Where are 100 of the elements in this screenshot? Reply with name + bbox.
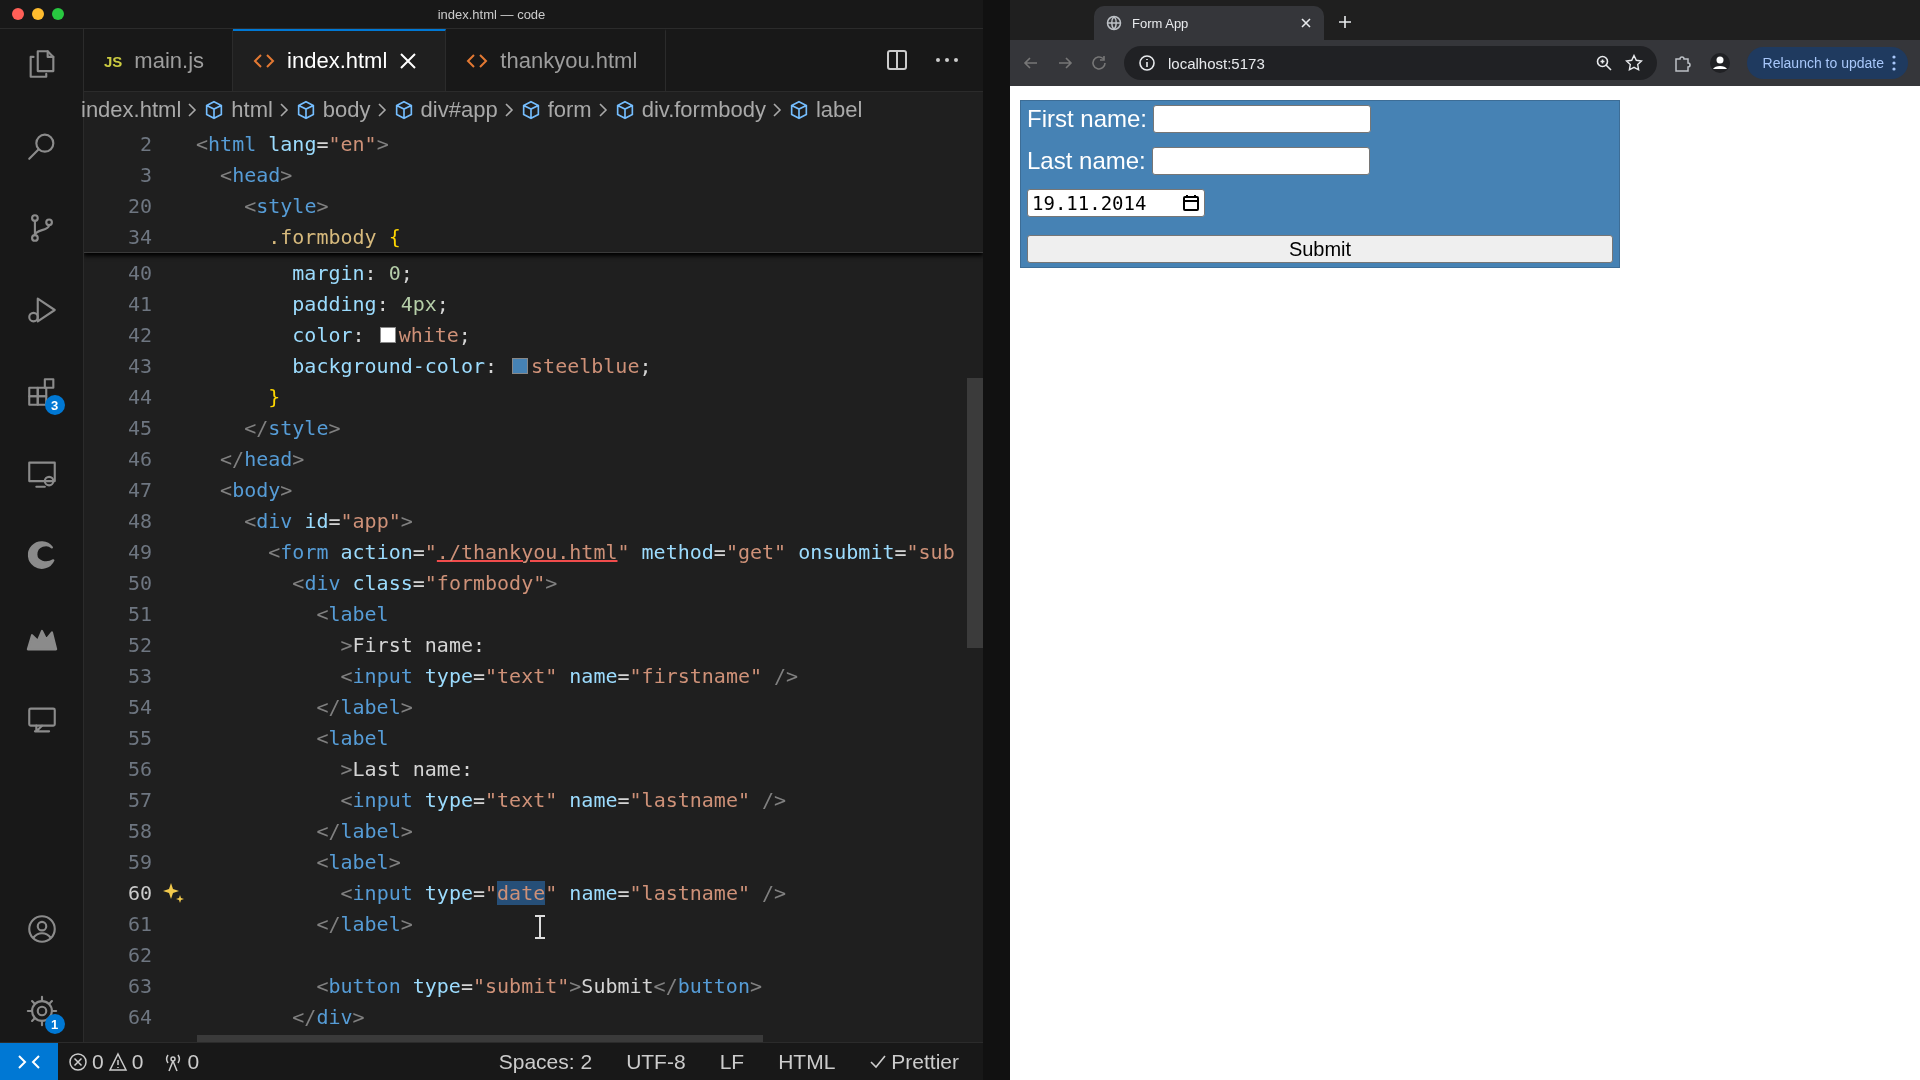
line-number: 41 (126, 291, 152, 316)
code-text: white; (398, 322, 471, 347)
line-number: 20 (126, 193, 152, 218)
code-text: </label> (315, 818, 413, 843)
scrollbar-thumb[interactable] (197, 1035, 763, 1042)
line-number: 54 (126, 694, 152, 719)
prettier-status[interactable]: Prettier (859, 1049, 969, 1074)
relaunch-button[interactable]: Relaunch to update (1746, 47, 1908, 79)
status-item[interactable]: UTF-8 (616, 1049, 696, 1074)
line-number: 34 (126, 224, 152, 249)
problems-indicator[interactable]: 0 0 (58, 1049, 154, 1074)
editor-tab[interactable]: index.html (233, 29, 447, 91)
line-number: 43 (126, 353, 152, 378)
line-number: 42 (126, 322, 152, 347)
line-number: 44 (126, 384, 152, 409)
code-text: <label (315, 601, 389, 626)
code-text: <input type="text" name="firstname" /> (339, 663, 799, 688)
line-number: 59 (126, 849, 152, 874)
date-field[interactable]: 19.11.2014 (1027, 189, 1205, 217)
code-text: margin: 0; (291, 260, 413, 285)
field-label: First name: (1027, 105, 1148, 133)
minimize-window-button[interactable] (32, 8, 44, 20)
code-text: <style> (243, 193, 329, 218)
zoom-icon[interactable] (1594, 54, 1613, 72)
breadcrumb-item[interactable]: div.formbody (613, 97, 766, 123)
scrollbar-thumb[interactable] (967, 378, 983, 648)
line-number: 47 (126, 477, 152, 502)
chevron-icon (771, 102, 782, 118)
address-bar[interactable]: localhost:5173 (1124, 46, 1657, 80)
chevron-icon (278, 102, 289, 118)
line-number: 46 (126, 446, 152, 471)
warning-icon (107, 1051, 128, 1072)
code-text: <head> (219, 162, 293, 187)
code-text: .formbody { (267, 224, 401, 249)
code-text: </div> (291, 1004, 365, 1029)
code-text: color: (291, 322, 366, 347)
code-text: } (267, 384, 281, 409)
line-number: 55 (126, 725, 152, 750)
profile-icon[interactable] (1708, 52, 1731, 74)
chevron-icon (503, 102, 514, 118)
code-text: <div class="formbody"> (291, 570, 558, 595)
color-swatch-icon[interactable] (512, 357, 529, 374)
close-icon[interactable] (1300, 17, 1312, 29)
more-icon[interactable] (935, 56, 959, 64)
editor-tab[interactable]: thankyou.html (446, 29, 667, 91)
submit-button[interactable]: Submit (1027, 235, 1613, 263)
breadcrumb-item[interactable]: div#app (392, 97, 498, 123)
html-file-icon (253, 52, 276, 70)
breadcrumb-item[interactable]: form (519, 97, 592, 123)
code-text: >Last name: (339, 756, 473, 781)
code-text: </style> (243, 415, 341, 440)
breadcrumb-item[interactable]: html (203, 97, 273, 123)
maximize-window-button[interactable] (52, 8, 64, 20)
input-field[interactable] (1151, 147, 1370, 175)
settings-icon[interactable] (24, 994, 59, 1028)
window-title: index.html — code (437, 6, 546, 22)
code-text: </label> (315, 911, 413, 936)
code-text: <label (315, 725, 389, 750)
code-text: <input type="text" name="lastname" /> (339, 787, 787, 812)
code-text: steelblue; (531, 353, 652, 378)
line-number: 50 (126, 570, 152, 595)
more-icon (1892, 55, 1896, 71)
code-text: <form action="./thankyou.html" method="get" onsubmit="sub (267, 539, 955, 564)
info-icon[interactable] (1138, 54, 1156, 72)
field-label: Last name: (1027, 147, 1146, 175)
status-item[interactable]: LF (709, 1049, 755, 1074)
code-text: <html lang="en"> (196, 131, 389, 156)
line-number: 3 (138, 162, 152, 187)
code-text: >First name: (339, 632, 485, 657)
color-swatch-icon[interactable] (379, 326, 396, 343)
code-text: <div id="app"> (243, 508, 413, 533)
split-editor-icon[interactable] (885, 48, 909, 72)
line-number: 63 (126, 973, 152, 998)
chevron-icon (597, 102, 608, 118)
code-text: background-color: (291, 353, 499, 378)
code-text: <body> (219, 477, 293, 502)
new-tab-icon[interactable] (1338, 15, 1352, 29)
chevron-icon (187, 102, 198, 118)
code-text: <button type="submit">Submit</button> (315, 973, 762, 998)
error-icon (68, 1051, 88, 1072)
breadcrumb-item[interactable]: index.html (81, 97, 182, 123)
ports-indicator[interactable]: 0 (153, 1049, 210, 1074)
close-window-button[interactable] (12, 8, 24, 20)
code-text: <input type="date" name="lastname" /> (339, 880, 787, 905)
star-icon[interactable] (1624, 54, 1643, 72)
reload-icon[interactable] (1090, 54, 1108, 72)
breadcrumb-item[interactable]: body (294, 97, 371, 123)
line-number: 45 (126, 415, 152, 440)
remote-button[interactable] (0, 1043, 58, 1080)
chevron-icon (376, 102, 387, 118)
line-number: 51 (126, 601, 152, 626)
browser-tab[interactable]: Form App (1094, 6, 1324, 40)
status-item[interactable]: Spaces: 2 (488, 1049, 603, 1074)
calendar-icon (1182, 194, 1200, 212)
status-item[interactable]: HTML (768, 1049, 846, 1074)
html-file-icon (466, 52, 489, 70)
breadcrumb-item[interactable]: label (787, 97, 863, 123)
input-field[interactable] (1153, 105, 1372, 133)
extensions-icon[interactable] (1672, 53, 1693, 73)
line-number: 60 (126, 880, 152, 905)
